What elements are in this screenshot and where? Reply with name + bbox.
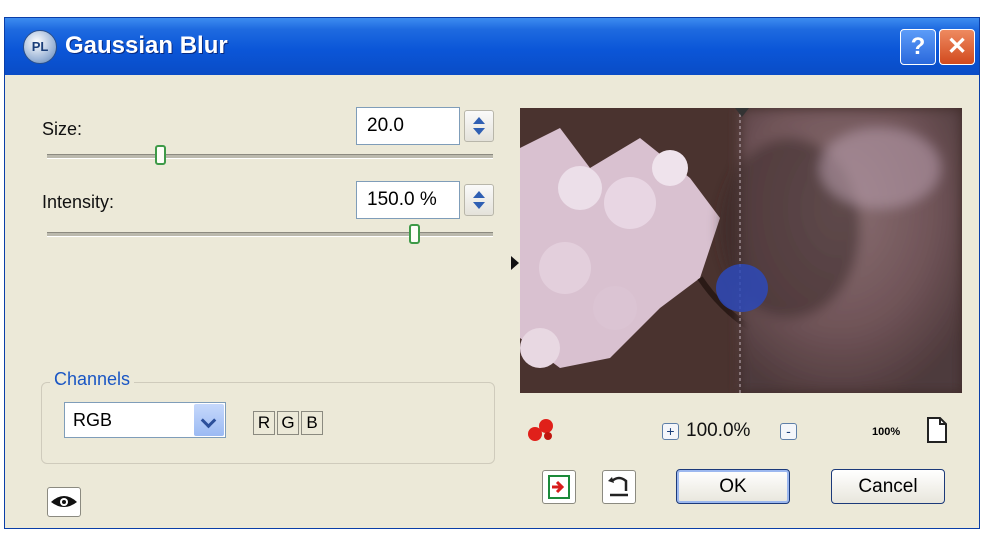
pan-left-marker[interactable] xyxy=(511,256,519,270)
channel-g-button[interactable]: G xyxy=(277,411,299,435)
zoom-in-icon[interactable]: + xyxy=(662,423,679,440)
pan-top-marker[interactable] xyxy=(735,108,749,117)
title-bar[interactable]: PL Gaussian Blur ? ✕ xyxy=(5,18,979,75)
channel-r-button[interactable]: R xyxy=(253,411,275,435)
size-spin-icon[interactable] xyxy=(464,110,494,142)
help-icon: ? xyxy=(910,33,926,60)
randomize-icon[interactable] xyxy=(526,416,556,442)
app-icon: PL xyxy=(23,30,57,64)
proof-icon xyxy=(548,475,570,499)
chevron-down-icon[interactable] xyxy=(194,404,224,436)
preview-image[interactable] xyxy=(520,108,962,393)
actual-size-label: 100% xyxy=(872,426,901,438)
ok-button[interactable]: OK xyxy=(676,469,790,504)
page-icon[interactable] xyxy=(926,416,948,444)
channel-b-button[interactable]: B xyxy=(301,411,323,435)
size-slider-thumb[interactable] xyxy=(155,145,166,165)
size-input[interactable]: 20.0 xyxy=(356,107,460,145)
dialog-title: Gaussian Blur xyxy=(65,32,228,59)
channels-selected-value: RGB xyxy=(73,410,113,430)
preview-photo xyxy=(520,108,962,393)
cancel-button[interactable]: Cancel xyxy=(831,469,945,504)
close-button[interactable]: ✕ xyxy=(939,29,975,65)
proof-button[interactable] xyxy=(542,470,576,504)
channels-select[interactable]: RGB xyxy=(64,402,226,438)
close-icon: ✕ xyxy=(946,33,968,60)
preview-toggle-button[interactable] xyxy=(47,487,81,517)
eye-icon xyxy=(51,496,77,507)
size-slider-track[interactable] xyxy=(47,154,493,159)
reset-icon xyxy=(608,476,628,497)
help-button[interactable]: ? xyxy=(900,29,936,65)
intensity-input[interactable]: 150.0 % xyxy=(356,181,460,219)
size-label: Size: xyxy=(42,119,83,139)
dialog-body: Size: 20.0 Intensity: 150.0 % Channels R… xyxy=(5,75,979,528)
intensity-label: Intensity: xyxy=(42,192,115,212)
zoom-out-icon[interactable]: - xyxy=(780,423,797,440)
gaussian-blur-dialog: PL Gaussian Blur ? ✕ Size: 20.0 Intensit… xyxy=(4,17,980,529)
reset-button[interactable] xyxy=(602,470,636,504)
intensity-spin-icon[interactable] xyxy=(464,184,494,216)
zoom-level: 100.0% xyxy=(686,420,751,441)
intensity-slider-track[interactable] xyxy=(47,232,493,237)
channels-legend: Channels xyxy=(50,369,135,390)
intensity-slider-thumb[interactable] xyxy=(409,224,420,244)
